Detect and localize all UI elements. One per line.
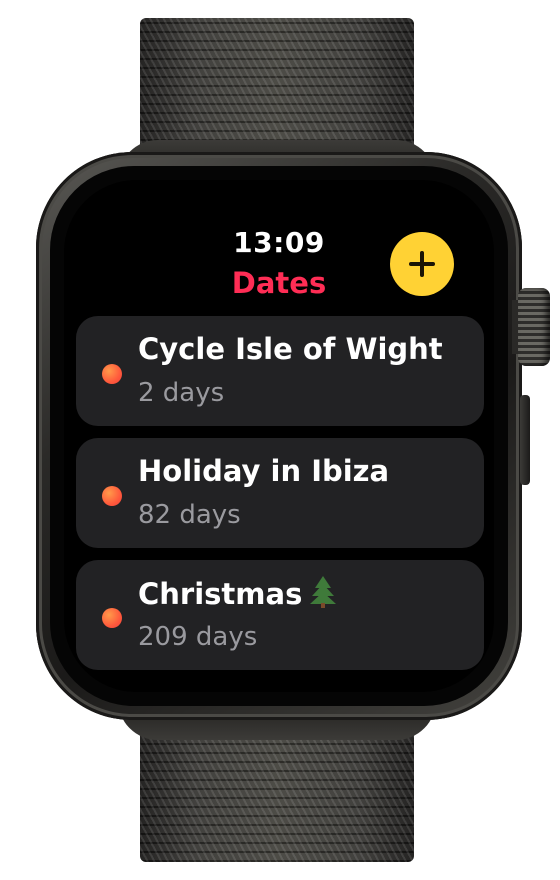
add-date-button[interactable] <box>390 232 454 296</box>
side-button[interactable] <box>520 395 530 485</box>
digital-crown[interactable] <box>518 288 550 366</box>
event-title: Cycle Isle of Wight <box>138 332 443 366</box>
list-item[interactable]: Christmas 209 days <box>76 560 484 670</box>
event-dot-icon <box>102 608 122 628</box>
event-title: Holiday in Ibiza <box>138 454 390 488</box>
list-item[interactable]: Holiday in Ibiza 82 days <box>76 438 484 548</box>
event-dot-icon <box>102 364 122 384</box>
event-title-wrap: Christmas <box>138 576 337 611</box>
event-title: Christmas <box>138 577 303 611</box>
plus-icon <box>409 251 435 277</box>
watch-screen: 13:09 Dates Cycle Isle of Wight 2 days H… <box>64 180 494 692</box>
event-countdown: 209 days <box>138 622 258 652</box>
events-list: Cycle Isle of Wight 2 days Holiday in Ib… <box>76 316 484 682</box>
event-dot-icon <box>102 486 122 506</box>
christmas-tree-icon <box>310 576 337 608</box>
list-item[interactable]: Cycle Isle of Wight 2 days <box>76 316 484 426</box>
event-countdown: 2 days <box>138 378 225 408</box>
event-countdown: 82 days <box>138 500 241 530</box>
